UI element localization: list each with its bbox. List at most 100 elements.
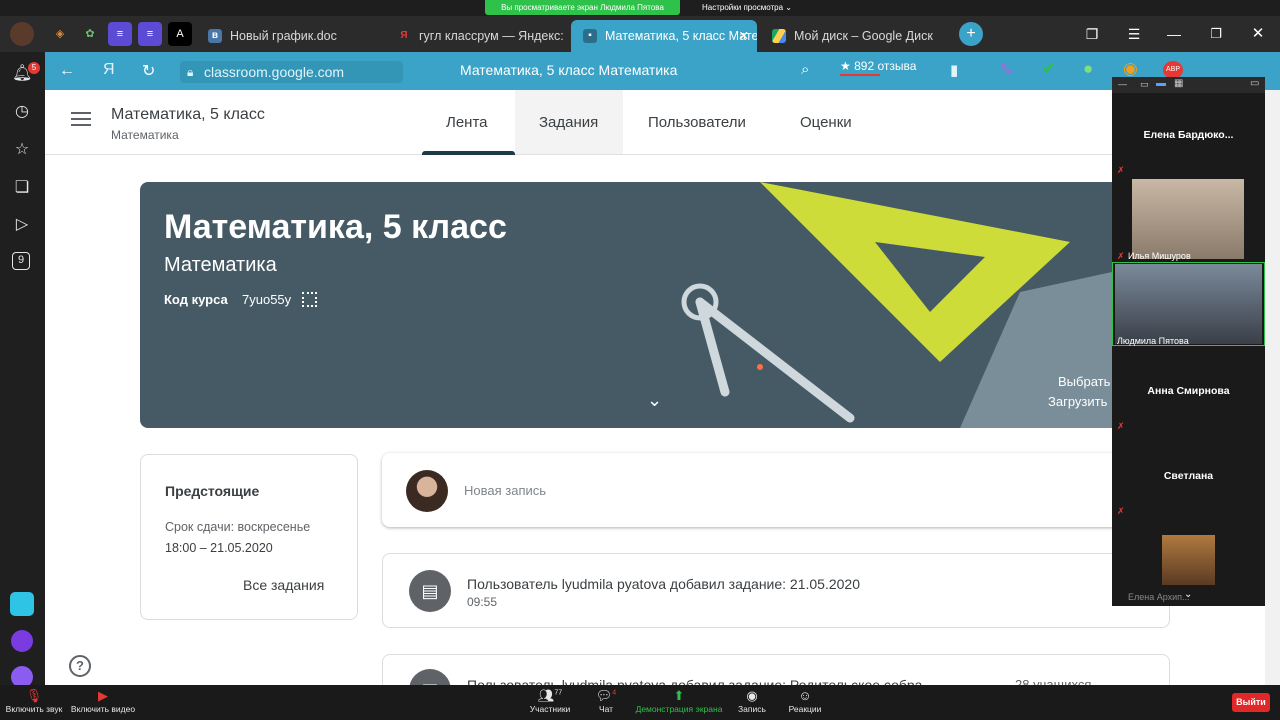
- participant-name: Илья Мишуров: [1128, 251, 1191, 261]
- collections-icon[interactable]: ❐: [1080, 22, 1104, 46]
- pinned-tab-4-icon[interactable]: ≡: [138, 22, 162, 46]
- course-code-value: 7yuo55y: [242, 292, 292, 307]
- back-arrow-icon[interactable]: ←: [59, 62, 75, 80]
- participant-tile[interactable]: Анна Смирнова ✗: [1112, 347, 1265, 431]
- app-launcher-icon[interactable]: [10, 592, 34, 616]
- participant-tile[interactable]: Елена Бардюко... ✗: [1112, 93, 1265, 177]
- participant-tile[interactable]: Людмила Пятова: [1112, 262, 1265, 346]
- feed-item[interactable]: ▤ Пользователь lyudmila pyatova добавил …: [382, 553, 1170, 628]
- upload-photo-link[interactable]: Загрузить: [1048, 394, 1107, 409]
- tab-classroom[interactable]: ▪ Математика, 5 класс Математика ✕: [571, 20, 757, 52]
- browser-tab-bar: ◈ ✿ ≡ ≡ A в Новый график.doc Я гугл клас…: [0, 16, 1280, 52]
- tab-grades[interactable]: Оценки: [800, 114, 852, 131]
- video-off-icon: ▶: [98, 688, 108, 703]
- badge-9-icon[interactable]: 9: [12, 252, 30, 270]
- hamburger-menu-icon[interactable]: [71, 112, 91, 126]
- tab-assignments[interactable]: Задания: [539, 114, 598, 131]
- ext-pen-icon[interactable]: ✎: [1000, 60, 1013, 80]
- drive-icon: [772, 29, 786, 43]
- class-subtitle: Математика: [111, 128, 179, 142]
- sharing-indicator: Вы просматриваете экран Людмила Пятова: [485, 0, 680, 15]
- participant-video: [1115, 264, 1262, 344]
- media-play-icon[interactable]: ▷: [12, 215, 32, 235]
- participant-video: [1132, 179, 1244, 259]
- participant-name: Людмила Пятова: [1117, 336, 1189, 346]
- reload-icon[interactable]: ↻: [142, 61, 155, 81]
- ext-ring-icon[interactable]: ◉: [1123, 59, 1138, 79]
- reviews-badge[interactable]: ★ 892 отзыва: [840, 59, 916, 76]
- new-post-placeholder: Новая запись: [464, 483, 547, 498]
- fullscreen-icon[interactable]: [302, 292, 317, 307]
- tab-feed[interactable]: Лента: [446, 114, 488, 131]
- pinned-tab-5-icon[interactable]: A: [168, 22, 192, 46]
- pinned-tab-3-icon[interactable]: ≡: [108, 22, 132, 46]
- muted-mic-icon: ✗: [1117, 421, 1125, 431]
- view-options-button[interactable]: Настройки просмотра ⌄: [692, 0, 802, 15]
- close-tab-icon[interactable]: ✕: [739, 20, 749, 52]
- participant-tile[interactable]: ✗ Илья Мишуров: [1112, 177, 1265, 261]
- avatar: [406, 470, 448, 512]
- chevron-down-icon[interactable]: ⌄: [647, 390, 662, 411]
- minimize-panel-icon[interactable]: —: [1118, 79, 1127, 89]
- new-tab-button[interactable]: +: [959, 22, 983, 46]
- address-bar: ← Я ↻ 🔒︎ classroom.google.com Математика…: [45, 52, 1280, 90]
- grid-icon[interactable]: ▦: [1174, 78, 1183, 89]
- layout-icon[interactable]: ▭: [1140, 79, 1149, 90]
- tab-people[interactable]: Пользователи: [648, 114, 746, 131]
- browser-menu-icon[interactable]: ☰: [1122, 22, 1146, 46]
- history-icon[interactable]: ◷: [12, 102, 32, 122]
- close-window-icon[interactable]: ✕: [1246, 22, 1270, 46]
- participant-name: Анна Смирнова: [1147, 385, 1230, 397]
- feed-item-text: Пользователь lyudmila pyatova добавил за…: [467, 576, 861, 592]
- select-theme-link[interactable]: Выбрать: [1058, 374, 1110, 389]
- pinned-tab-1-icon[interactable]: ◈: [48, 22, 72, 46]
- participant-name: Елена Бардюко...: [1143, 129, 1234, 141]
- upcoming-card: Предстоящие Срок сдачи: воскресенье 18:0…: [140, 454, 358, 620]
- zoom-participants-panel: — ▭ ▬ ▦ ▭ Елена Бардюко... ✗ ✗ Илья Мишу…: [1112, 77, 1265, 606]
- classroom-header: Математика, 5 класс Математика Лента Зад…: [45, 90, 1112, 155]
- participant-name: Елена Архип...: [1128, 592, 1190, 602]
- participant-name: Светлана: [1163, 470, 1214, 482]
- chevron-down-icon[interactable]: ⌄: [1184, 589, 1192, 600]
- zoom-lens-icon[interactable]: ⌕: [801, 61, 809, 78]
- participant-tile[interactable]: Светлана ✗: [1112, 432, 1265, 516]
- upcoming-title: Предстоящие: [165, 483, 260, 499]
- banner-title: Математика, 5 класс: [164, 208, 507, 246]
- tab-yandex-search[interactable]: Я гугл классрум — Яндекс: на: [385, 20, 567, 52]
- bookmarks-star-icon[interactable]: ☆: [12, 140, 32, 160]
- messenger-icon[interactable]: [11, 630, 33, 652]
- lock-icon: 🔒︎: [187, 65, 194, 79]
- leave-meeting-button[interactable]: Выйти: [1232, 693, 1270, 712]
- muted-mic-icon: ✗: [1117, 251, 1125, 261]
- panel-toolbar: — ▭ ▬ ▦ ▭: [1112, 77, 1265, 93]
- page-scrollbar[interactable]: [1265, 90, 1280, 685]
- help-icon[interactable]: ?: [69, 655, 91, 677]
- due-time-link[interactable]: 18:00 – 21.05.2020: [165, 541, 273, 555]
- all-tasks-link[interactable]: Все задания: [243, 577, 324, 593]
- bookmark-icon[interactable]: ▮: [950, 61, 958, 79]
- yandex-logo-icon[interactable]: Я: [103, 61, 115, 79]
- pinned-tab-2-icon[interactable]: ✿: [78, 22, 102, 46]
- minimize-icon[interactable]: —: [1162, 22, 1186, 46]
- collections-icon[interactable]: ❏: [12, 178, 32, 198]
- ext-shield-icon[interactable]: ✔: [1042, 59, 1056, 79]
- layout-active-icon[interactable]: ▬: [1156, 78, 1166, 89]
- reactions-icon: ☺: [798, 688, 812, 703]
- tab-new-graph[interactable]: в Новый график.doc: [196, 20, 382, 52]
- url-field[interactable]: 🔒︎ classroom.google.com: [180, 61, 403, 83]
- restore-icon[interactable]: ❐: [1204, 22, 1228, 46]
- ext-location-icon[interactable]: ●: [1083, 59, 1093, 79]
- new-post-box[interactable]: Новая запись: [382, 453, 1122, 527]
- tab-google-drive[interactable]: Мой диск – Google Диск: [760, 20, 950, 52]
- start-video-button[interactable]: ▶ Включить видео: [63, 688, 143, 714]
- participant-tile[interactable]: Елена Архип... ⌄: [1112, 517, 1265, 606]
- course-code-label: Код курса: [164, 292, 228, 307]
- assignment-icon: ▤: [409, 570, 451, 612]
- active-tab-indicator: [422, 151, 515, 155]
- profile-avatar[interactable]: [10, 22, 34, 46]
- exit-fullscreen-icon[interactable]: ▭: [1250, 78, 1259, 89]
- muted-mic-icon: ✗: [1117, 165, 1125, 175]
- reactions-button[interactable]: ☺ Реакции: [765, 688, 845, 714]
- zoom-control-bar: 🎙︎ Включить звук ▶ Включить видео 👥︎77 Учас…: [0, 685, 1280, 720]
- page-title-in-address: Математика, 5 класс Математика: [460, 62, 678, 78]
